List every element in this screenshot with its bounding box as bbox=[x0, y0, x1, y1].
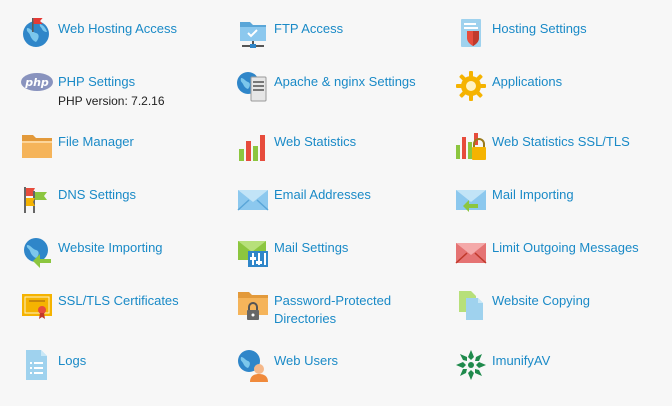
tool-applications[interactable]: Applications bbox=[454, 69, 562, 103]
tool-limit-outgoing-messages[interactable]: Limit Outgoing Messages bbox=[454, 235, 639, 269]
tool-dns-settings[interactable]: DNS Settings bbox=[20, 182, 136, 216]
web-hosting-access-link[interactable]: Web Hosting Access bbox=[58, 20, 177, 38]
envelope-arrow-icon[interactable] bbox=[454, 182, 488, 216]
php-settings-link[interactable]: PHP Settings bbox=[58, 73, 165, 91]
tool-logs[interactable]: Logs bbox=[20, 348, 86, 382]
tool-mail-settings[interactable]: Mail Settings bbox=[236, 235, 348, 269]
certificate-icon[interactable] bbox=[20, 288, 54, 322]
envelope-sliders-icon[interactable] bbox=[236, 235, 270, 269]
tool-php-settings[interactable]: php PHP Settings PHP version: 7.2.16 bbox=[20, 69, 165, 109]
password-protected-directories-link-line2[interactable]: Directories bbox=[274, 310, 391, 328]
website-copying-link[interactable]: Website Copying bbox=[492, 292, 590, 310]
documents-copy-icon[interactable] bbox=[454, 288, 488, 322]
envelope-red-icon[interactable] bbox=[454, 235, 488, 269]
password-protected-directories-link-line1[interactable]: Password-Protected bbox=[274, 292, 391, 310]
hosting-settings-link[interactable]: Hosting Settings bbox=[492, 20, 587, 38]
applications-link[interactable]: Applications bbox=[492, 73, 562, 91]
gear-icon[interactable] bbox=[454, 69, 488, 103]
folder-lock-icon[interactable] bbox=[236, 288, 270, 322]
web-users-link[interactable]: Web Users bbox=[274, 352, 338, 370]
globe-arrow-icon[interactable] bbox=[20, 235, 54, 269]
tool-web-hosting-access[interactable]: Web Hosting Access bbox=[20, 16, 177, 50]
tool-website-importing[interactable]: Website Importing bbox=[20, 235, 163, 269]
web-statistics-ssl-tls-link[interactable]: Web Statistics SSL/TLS bbox=[492, 133, 630, 151]
flags-icon[interactable] bbox=[20, 182, 54, 216]
mail-settings-link[interactable]: Mail Settings bbox=[274, 239, 348, 257]
web-statistics-link[interactable]: Web Statistics bbox=[274, 133, 356, 151]
globe-flag-icon[interactable] bbox=[20, 16, 54, 50]
apache-nginx-settings-link[interactable]: Apache & nginx Settings bbox=[274, 73, 416, 91]
tool-hosting-settings[interactable]: Hosting Settings bbox=[454, 16, 587, 50]
file-manager-link[interactable]: File Manager bbox=[58, 133, 134, 151]
document-shield-icon[interactable] bbox=[454, 16, 488, 50]
svg-text:php: php bbox=[24, 76, 49, 89]
ssl-tls-certificates-link[interactable]: SSL/TLS Certificates bbox=[58, 292, 179, 310]
limit-outgoing-messages-link[interactable]: Limit Outgoing Messages bbox=[492, 239, 639, 257]
tool-web-statistics-ssl-tls[interactable]: Web Statistics SSL/TLS bbox=[454, 129, 630, 163]
tool-web-users[interactable]: Web Users bbox=[236, 348, 338, 382]
tool-email-addresses[interactable]: Email Addresses bbox=[236, 182, 371, 216]
php-version-text: PHP version: 7.2.16 bbox=[58, 94, 165, 108]
imunifyav-link[interactable]: ImunifyAV bbox=[492, 352, 550, 370]
bar-chart-lock-icon[interactable] bbox=[454, 129, 488, 163]
globe-user-icon[interactable] bbox=[236, 348, 270, 382]
tool-file-manager[interactable]: File Manager bbox=[20, 129, 134, 163]
server-globe-icon[interactable] bbox=[236, 69, 270, 103]
mail-importing-link[interactable]: Mail Importing bbox=[492, 186, 574, 204]
tool-ftp-access[interactable]: FTP Access bbox=[236, 16, 343, 50]
php-logo-icon[interactable]: php bbox=[20, 69, 54, 103]
tool-mail-importing[interactable]: Mail Importing bbox=[454, 182, 574, 216]
ftp-access-link[interactable]: FTP Access bbox=[274, 20, 343, 38]
folder-icon[interactable] bbox=[20, 129, 54, 163]
imunify-star-icon[interactable] bbox=[454, 348, 488, 382]
tool-apache-nginx-settings[interactable]: Apache & nginx Settings bbox=[236, 69, 416, 103]
tool-password-protected-directories[interactable]: Password-Protected Directories bbox=[236, 288, 391, 328]
websites-tools-grid: Web Hosting Access FTP Access Hosting Se… bbox=[0, 0, 672, 406]
envelope-icon[interactable] bbox=[236, 182, 270, 216]
tool-website-copying[interactable]: Website Copying bbox=[454, 288, 590, 322]
logs-link[interactable]: Logs bbox=[58, 352, 86, 370]
website-importing-link[interactable]: Website Importing bbox=[58, 239, 163, 257]
tool-web-statistics[interactable]: Web Statistics bbox=[236, 129, 356, 163]
folder-network-icon[interactable] bbox=[236, 16, 270, 50]
email-addresses-link[interactable]: Email Addresses bbox=[274, 186, 371, 204]
tool-ssl-tls-certificates[interactable]: SSL/TLS Certificates bbox=[20, 288, 179, 322]
dns-settings-link[interactable]: DNS Settings bbox=[58, 186, 136, 204]
bar-chart-icon[interactable] bbox=[236, 129, 270, 163]
log-document-icon[interactable] bbox=[20, 348, 54, 382]
tool-imunifyav[interactable]: ImunifyAV bbox=[454, 348, 550, 382]
